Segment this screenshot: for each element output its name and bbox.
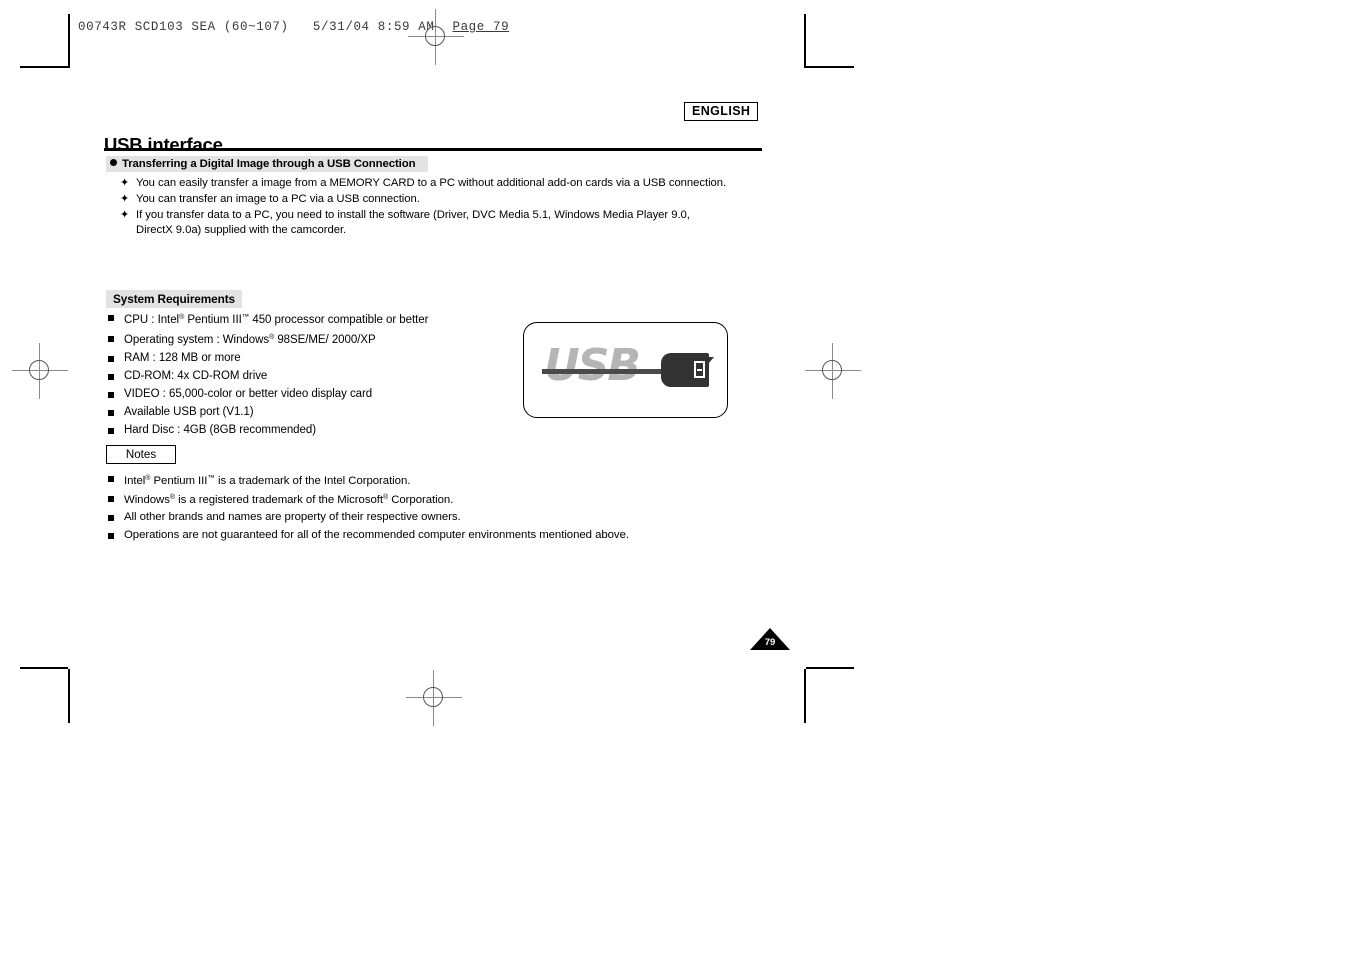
page-number-value: 79: [764, 637, 776, 648]
floral-bullet-icon: ✦: [120, 209, 130, 221]
usb-plug-slot-icon: [694, 361, 705, 378]
list-item: ✦ You can transfer an image to a PC via …: [120, 192, 765, 207]
square-bullet-icon: [108, 510, 124, 525]
list-item: VIDEO : 65,000-color or better video dis…: [108, 387, 528, 402]
page-number-badge: 79: [750, 628, 790, 650]
list-item: Operations are not guaranteed for all of…: [108, 528, 708, 543]
page-title: USB interface: [104, 134, 223, 156]
floral-bullet-icon: ✦: [120, 177, 130, 189]
trademark-mark: ™: [207, 473, 215, 482]
list-item-text: CPU : Intel® Pentium III™ 450 processor …: [124, 312, 429, 326]
system-requirements-list: CPU : Intel® Pentium III™ 450 processor …: [108, 310, 528, 442]
list-item: All other brands and names are property …: [108, 510, 708, 525]
square-bullet-icon: [108, 351, 124, 366]
square-bullet-icon: [108, 471, 124, 486]
list-item: CPU : Intel® Pentium III™ 450 processor …: [108, 310, 528, 328]
list-item: Operating system : Windows® 98SE/ME/ 200…: [108, 331, 528, 348]
list-item-text: You can transfer an image to a PC via a …: [136, 193, 420, 205]
list-item-text: Windows® is a registered trademark of th…: [124, 494, 454, 507]
transfer-bullet-list: ✦ You can easily transfer a image from a…: [120, 176, 765, 238]
list-item: RAM : 128 MB or more: [108, 351, 528, 366]
document-page: ENGLISH USB interface Transferring a Dig…: [0, 0, 1351, 954]
list-item-text: RAM : 128 MB or more: [124, 351, 241, 364]
list-item-text: CD-ROM: 4x CD-ROM drive: [124, 369, 268, 382]
title-divider: [104, 148, 762, 151]
list-item: CD-ROM: 4x CD-ROM drive: [108, 369, 528, 384]
notes-list: Intel® Pentium III™ is a trademark of th…: [108, 471, 708, 546]
section-heading-label: Transferring a Digital Image through a U…: [122, 158, 416, 170]
list-item: ✦ If you transfer data to a PC, you need…: [120, 208, 765, 237]
square-bullet-icon: [108, 491, 124, 506]
square-bullet-icon: [108, 387, 124, 402]
list-item: ✦ You can easily transfer a image from a…: [120, 176, 765, 191]
list-item-text-continued: DirectX 9.0a) supplied with the camcorde…: [136, 223, 347, 236]
filled-circle-bullet-icon: [110, 159, 117, 166]
floral-bullet-icon: ✦: [120, 193, 130, 205]
square-bullet-icon: [108, 369, 124, 384]
system-requirements-heading: System Requirements: [106, 290, 243, 308]
list-item-text: VIDEO : 65,000-color or better video dis…: [124, 387, 373, 400]
list-item-text: You can easily transfer a image from a M…: [136, 177, 727, 189]
language-badge: ENGLISH: [684, 102, 759, 121]
square-bullet-icon: [108, 405, 124, 420]
notes-label-box: Notes: [106, 445, 181, 469]
list-item: Intel® Pentium III™ is a trademark of th…: [108, 471, 708, 489]
square-bullet-icon: [108, 331, 124, 346]
square-bullet-icon: [108, 310, 124, 325]
list-item-text: Operating system : Windows® 98SE/ME/ 200…: [124, 333, 376, 346]
list-item-text: Operations are not guaranteed for all of…: [124, 528, 629, 541]
list-item-text: Available USB port (V1.1): [124, 406, 254, 419]
list-item-text: Hard Disc : 4GB (8GB recommended): [124, 424, 316, 437]
list-item: Hard Disc : 4GB (8GB recommended): [108, 423, 528, 438]
usb-wordmark: USB: [544, 340, 641, 391]
square-bullet-icon: [108, 528, 124, 543]
list-item-text: Intel® Pentium III™ is a trademark of th…: [124, 473, 411, 487]
square-bullet-icon: [108, 423, 124, 438]
list-item: Available USB port (V1.1): [108, 405, 528, 420]
usb-logo-icon: USB: [523, 322, 728, 418]
section-heading-transferring: Transferring a Digital Image through a U…: [106, 156, 428, 172]
list-item-text-group: If you transfer data to a PC, you need t…: [136, 208, 690, 237]
list-item-text: If you transfer data to a PC, you need t…: [136, 209, 690, 221]
list-item: Windows® is a registered trademark of th…: [108, 491, 708, 508]
list-item-text: All other brands and names are property …: [124, 511, 461, 524]
